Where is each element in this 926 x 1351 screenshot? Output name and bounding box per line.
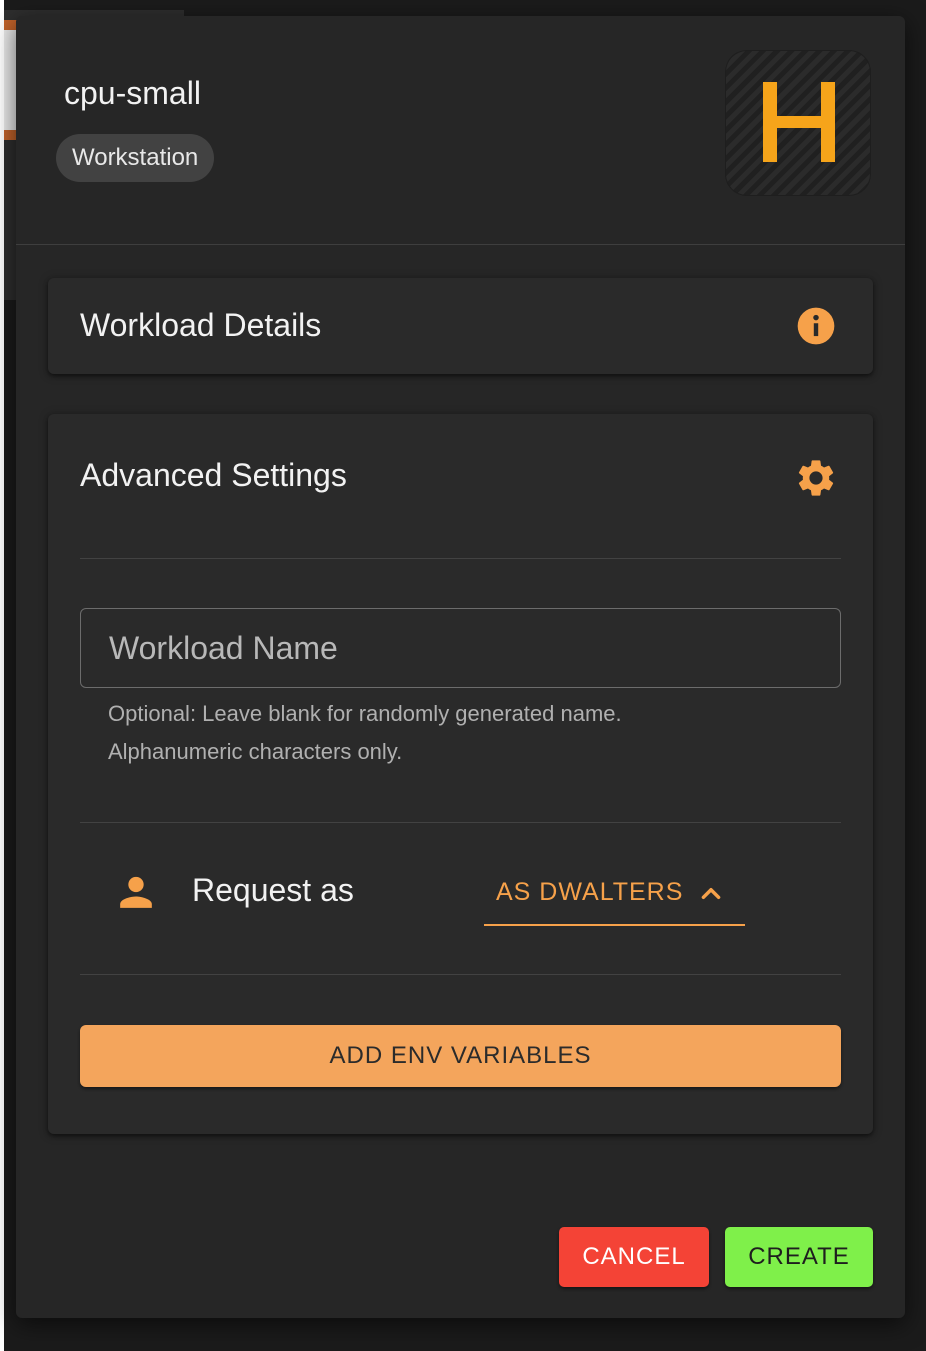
gear-icon[interactable]	[794, 456, 838, 500]
dialog-header: cpu-small Workstation	[16, 16, 905, 245]
request-as-label: Request as	[192, 872, 354, 908]
info-icon[interactable]	[794, 304, 838, 348]
person-icon	[120, 876, 152, 908]
workstation-chip: Workstation	[56, 134, 215, 182]
workload-details-panel[interactable]: Workload Details	[48, 278, 873, 374]
chevron-up-icon	[701, 888, 721, 900]
advanced-settings-title: Advanced Settings	[80, 457, 347, 493]
create-workload-dialog: cpu-small Workstation Workload Details A…	[16, 16, 905, 1318]
add-env-variables-button[interactable]: ADD ENV VARIABLES	[80, 1025, 841, 1087]
h-logo-icon	[725, 50, 871, 196]
create-button[interactable]: CREATE	[725, 1227, 873, 1287]
advanced-settings-panel: Advanced Settings Optional: Leave blank …	[48, 414, 873, 1134]
divider	[80, 822, 841, 823]
workload-name-helper-line-1: Optional: Leave blank for randomly gener…	[108, 701, 622, 726]
workload-name-helper-line-2: Alphanumeric characters only.	[108, 739, 403, 764]
logo-crossbar	[763, 116, 835, 128]
cancel-button[interactable]: CANCEL	[559, 1227, 709, 1287]
divider	[80, 974, 841, 975]
dialog-title: cpu-small	[64, 75, 201, 111]
divider	[80, 558, 841, 559]
workload-name-input[interactable]	[80, 608, 841, 688]
workload-details-title: Workload Details	[80, 307, 322, 343]
request-as-value: AS DWALTERS	[496, 878, 684, 906]
request-as-select[interactable]: AS DWALTERS	[484, 870, 745, 926]
